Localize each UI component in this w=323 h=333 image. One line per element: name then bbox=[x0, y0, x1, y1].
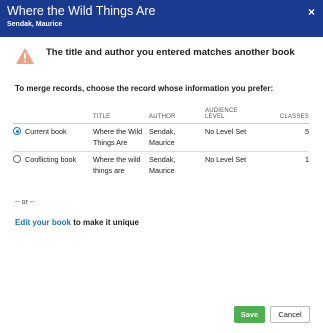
current-book-label[interactable]: Current book bbox=[25, 127, 67, 136]
record-author-cell: Sendak, Maurice bbox=[149, 152, 205, 180]
warning-icon bbox=[16, 48, 34, 64]
record-author-line2: Maurice bbox=[149, 137, 175, 147]
records-table: TITLE AUTHOR AUDIENCE LEVEL CLASSES Curr… bbox=[13, 102, 309, 179]
header-select bbox=[13, 102, 93, 124]
record-select-current[interactable]: Current book bbox=[13, 123, 93, 152]
warning-message: The title and author you entered matches… bbox=[46, 47, 295, 58]
conflicting-book-radio[interactable] bbox=[13, 155, 21, 163]
save-button[interactable]: Save bbox=[234, 306, 265, 323]
record-title-cell: Where the Wild Things Are bbox=[93, 123, 149, 152]
record-title-line1: Where the Wild bbox=[93, 127, 143, 136]
header-title: TITLE bbox=[93, 102, 149, 124]
record-level-cell: No Level Set bbox=[205, 155, 247, 164]
table-header-row: TITLE AUTHOR AUDIENCE LEVEL CLASSES bbox=[13, 102, 309, 124]
record-title-line1: Where the wild bbox=[93, 155, 141, 164]
dialog-header: Where the Wild Things Are Sendak, Mauric… bbox=[0, 0, 323, 37]
table-row-current-book[interactable]: Current book Where the Wild Things Are S… bbox=[13, 123, 309, 152]
record-author-line1: Sendak, bbox=[149, 155, 176, 164]
record-author-line1: Sendak, bbox=[149, 127, 176, 136]
record-author-cell: Sendak, Maurice bbox=[149, 123, 205, 152]
header-author: AUTHOR bbox=[149, 102, 205, 124]
record-classes-cell: 5 bbox=[273, 123, 309, 152]
record-title-line2: Things Are bbox=[93, 137, 128, 147]
record-select-conflicting[interactable]: Conflicting book bbox=[13, 152, 93, 180]
or-divider: -- or -- bbox=[15, 199, 35, 206]
edit-book-suffix: to make it unique bbox=[71, 218, 140, 227]
edit-book-line: Edit your book to make it unique bbox=[15, 218, 139, 227]
dialog-title: Where the Wild Things Are bbox=[7, 4, 156, 18]
header-audience-line2: LEVEL bbox=[205, 114, 225, 120]
record-author-line2: Maurice bbox=[149, 165, 175, 175]
record-classes-cell: 1 bbox=[305, 155, 309, 164]
conflicting-book-label[interactable]: Conflicting book bbox=[25, 155, 76, 164]
cancel-button[interactable]: Cancel bbox=[270, 306, 310, 323]
current-book-radio[interactable] bbox=[13, 127, 21, 135]
merge-dialog: Where the Wild Things Are Sendak, Mauric… bbox=[0, 0, 323, 333]
header-audience-level: AUDIENCE LEVEL bbox=[205, 102, 273, 124]
dialog-subtitle: Sendak, Maurice bbox=[7, 21, 63, 28]
header-classes: CLASSES bbox=[273, 102, 309, 124]
record-level-cell: No Level Set bbox=[205, 123, 273, 152]
merge-instructions: To merge records, choose the record whos… bbox=[15, 84, 274, 93]
record-title-cell: Where the wild things are bbox=[93, 152, 149, 180]
record-title-line2: things are bbox=[93, 165, 125, 175]
table-row-conflicting-book[interactable]: Conflicting book Where the wild things a… bbox=[13, 152, 309, 180]
edit-book-link[interactable]: Edit your book bbox=[15, 218, 71, 227]
close-icon[interactable]: × bbox=[308, 5, 315, 19]
